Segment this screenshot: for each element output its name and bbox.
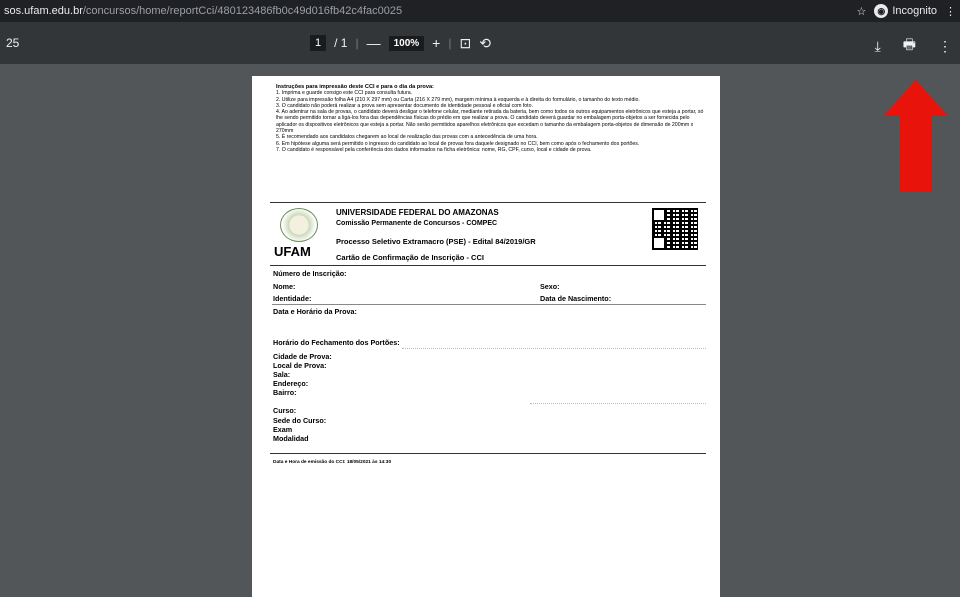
pdf-controls: 1 / 1 | — 100% + | ⊡ ⟲ [310,32,491,54]
print-icon[interactable]: 🖶 [903,34,916,58]
pdf-toolbar: 25 1 / 1 | — 100% + | ⊡ ⟲ ⤓ 🖶 ⋮ [0,22,960,64]
field-exam: Exam [273,425,293,434]
card-title: Cartão de Confirmação de Inscrição - CCI [336,253,484,262]
document-title: 25 [6,36,20,50]
fit-page-icon[interactable]: ⊡ [459,35,471,52]
field-cidade: Cidade de Prova: [273,352,332,361]
university-seal-icon [280,208,318,242]
instruction-line: 4. Ao adentrar na sala de provas, o cand… [276,109,704,135]
field-modalidade: Modalidad [273,434,309,443]
qr-code [652,208,698,250]
browser-actions: ☆ ◉ Incognito ⋮ [856,0,960,22]
commission-name: Comissão Permanente de Concursos - COMPE… [336,220,498,227]
process-name: Processo Seletivo Extramacro (PSE) - Edi… [336,237,536,246]
field-fechamento: Horário do Fechamento dos Portões: [273,338,400,347]
url-path: /concursos/home/reportCci/480123486fb0c4… [82,5,403,17]
download-icon[interactable]: ⤓ [875,38,881,55]
field-identidade: Identidade: [273,294,312,303]
divider [270,453,706,454]
field-sala: Sala: [273,370,291,379]
dotted-line [402,348,706,349]
divider [270,202,706,203]
toolbar-divider: | [355,36,359,50]
field-inscricao: Número de Inscrição: [273,269,347,278]
field-sexo: Sexo: [540,282,560,291]
field-nascimento: Data de Nascimento: [540,294,612,303]
menu-icon[interactable]: ⋮ [945,5,956,18]
field-nome: Nome: [273,282,296,291]
address-bar[interactable]: sos.ufam.edu.br /concursos/home/reportCc… [0,0,960,22]
incognito-label: Incognito [892,5,937,17]
more-options-icon[interactable]: ⋮ [938,38,952,55]
page-total: / 1 [334,36,348,50]
incognito-icon: ◉ [874,4,889,18]
scrollbar[interactable] [952,64,960,597]
rotate-icon[interactable]: ⟲ [479,35,491,52]
toolbar-divider: | [448,36,452,50]
field-bairro: Bairro: [273,388,297,397]
dotted-line [530,403,706,404]
emission-timestamp: Data e Hora de emissão do CCI: 18/05/202… [273,460,392,465]
instruction-line: 7. O candidato é responsável pela confer… [276,146,592,153]
url-host: sos.ufam.edu.br [4,5,83,17]
university-name: UNIVERSIDADE FEDERAL DO AMAZONAS [336,208,499,217]
divider [270,265,706,266]
red-arrow-annotation [884,80,948,192]
field-sede: Sede do Curso: [273,416,327,425]
ufam-logo-text: UFAM [274,244,311,259]
field-local: Local de Prova: [273,361,327,370]
instructions-block: Instruções para impressão deste CCI e pa… [276,84,706,153]
field-data-prova: Data e Horário da Prova: [273,307,357,316]
zoom-level-input[interactable]: 100% [388,35,425,51]
pdf-page: Instruções para impressão deste CCI e pa… [252,76,720,597]
field-curso: Curso: [273,406,297,415]
zoom-in-button[interactable]: + [432,35,440,51]
incognito-badge[interactable]: ◉ Incognito [874,4,937,18]
star-icon[interactable]: ☆ [856,5,866,18]
divider [272,304,706,305]
zoom-out-button[interactable]: — [367,35,381,51]
page-number-input[interactable]: 1 [310,35,327,51]
pdf-right-tools: ⤓ 🖶 ⋮ [875,34,952,58]
field-endereco: Endereço: [273,379,309,388]
